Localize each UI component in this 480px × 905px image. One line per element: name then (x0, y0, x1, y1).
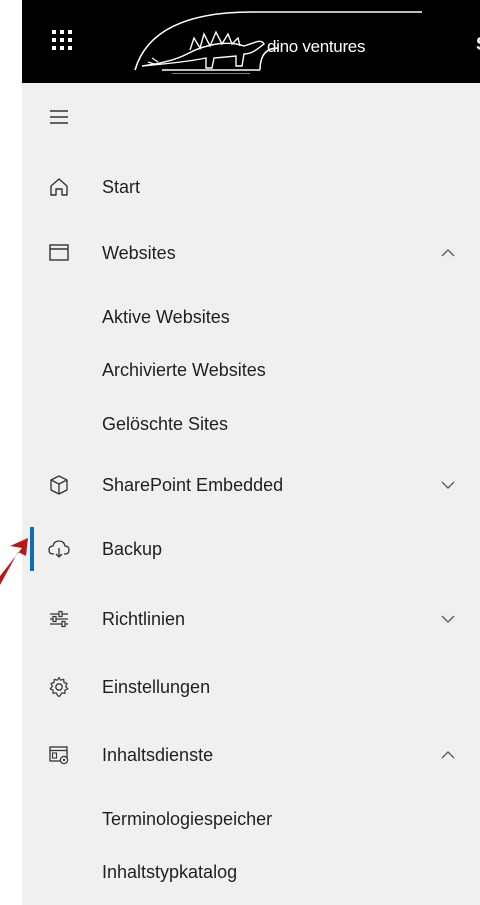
nav-item-sharepoint-embedded[interactable]: SharePoint Embedded (22, 463, 480, 507)
cloud-download-icon (48, 540, 70, 558)
nav-label-websites: Websites (102, 243, 176, 263)
nav-item-einstellungen[interactable]: Einstellungen (22, 665, 480, 709)
nav-label-start: Start (102, 177, 141, 197)
nav-subitem-aktive-websites[interactable]: Aktive Websites (102, 307, 230, 328)
cut-off-title-letter: S (476, 34, 480, 55)
browser-window-icon (49, 244, 69, 261)
home-icon (50, 178, 68, 196)
sliders-icon (50, 610, 68, 628)
admin-center-frame: dino ventures S Start Websites Aktive We… (22, 0, 480, 905)
nav-label-inhaltsdienste: Inhaltsdienste (102, 745, 214, 765)
nav-subitem-archivierte-websites[interactable]: Archivierte Websites (102, 360, 266, 381)
hamburger-menu-icon (50, 110, 68, 124)
chevron-down-icon[interactable] (440, 477, 456, 493)
content-settings-icon (49, 746, 69, 765)
app-launcher-icon[interactable] (52, 30, 72, 50)
top-bar: dino ventures S (22, 0, 480, 83)
nav-collapse-button[interactable] (22, 95, 480, 139)
nav-subitem-inhaltstypkatalog[interactable]: Inhaltstypkatalog (102, 862, 237, 883)
nav-label-richtlinien: Richtlinien (102, 609, 186, 629)
nav-label-sharepoint-embedded: SharePoint Embedded (102, 475, 284, 495)
nav-label-backup: Backup (102, 539, 163, 559)
nav-item-start[interactable]: Start (22, 165, 480, 209)
nav-item-inhaltsdienste[interactable]: Inhaltsdienste (22, 733, 480, 777)
chevron-down-icon[interactable] (440, 611, 456, 627)
nav-subitem-terminologiespeicher[interactable]: Terminologiespeicher (102, 809, 272, 830)
cube-icon (50, 475, 68, 495)
gear-icon (49, 676, 69, 698)
chevron-up-icon[interactable] (440, 747, 456, 763)
nav-subitem-geloeschte-sites[interactable]: Gelöschte Sites (102, 414, 228, 435)
nav-item-websites[interactable]: Websites (22, 231, 480, 275)
brand-name: dino ventures (267, 37, 366, 56)
nav-label-einstellungen: Einstellungen (102, 677, 211, 697)
nav-item-backup[interactable]: Backup (22, 527, 480, 571)
chevron-up-icon[interactable] (440, 245, 456, 261)
nav-item-richtlinien[interactable]: Richtlinien (22, 597, 480, 641)
